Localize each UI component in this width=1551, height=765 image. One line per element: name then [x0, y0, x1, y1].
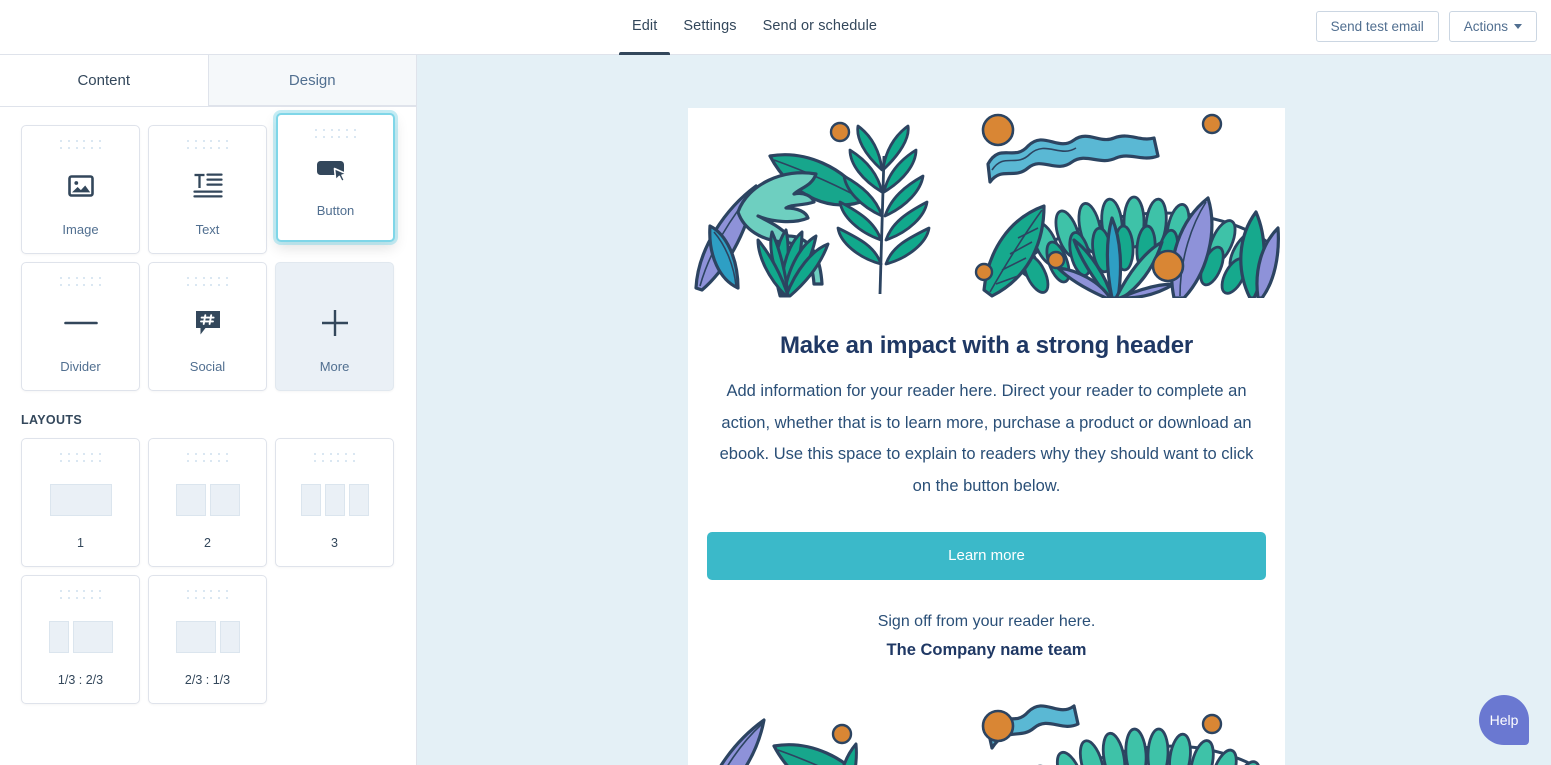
layout-preview: [149, 463, 266, 536]
tab-send-or-schedule-label: Send or schedule: [762, 18, 878, 34]
module-card-divider[interactable]: Divider: [21, 262, 140, 391]
plus-icon: [276, 287, 393, 359]
footer-illustration: [688, 689, 1285, 765]
send-test-email-button[interactable]: Send test email: [1315, 11, 1439, 42]
drag-handle-icon[interactable]: [186, 589, 230, 600]
help-button-label: Help: [1489, 712, 1519, 728]
module-card-image[interactable]: Image: [21, 125, 140, 254]
sidebar-tab-content[interactable]: Content: [0, 55, 208, 106]
top-toolbar: Edit Settings Send or schedule Send test…: [0, 0, 1551, 55]
email-text-block[interactable]: Make an impact with a strong header Add …: [688, 298, 1285, 660]
send-test-email-label: Send test email: [1330, 19, 1424, 34]
module-card-divider-label: Divider: [60, 359, 101, 374]
tab-send-or-schedule[interactable]: Send or schedule: [750, 0, 890, 55]
email-heading: Make an impact with a strong header: [779, 332, 1194, 359]
image-icon: [22, 150, 139, 222]
layout-preview: [149, 600, 266, 673]
tab-settings-label: Settings: [683, 18, 737, 34]
editor-tabs: Edit Settings Send or schedule: [619, 0, 890, 55]
module-grid: Image Text Button Divider Social More: [21, 113, 395, 391]
module-card-more-label: More: [319, 359, 350, 374]
module-card-button-label: Button: [316, 203, 355, 218]
layout-card-1[interactable]: 1: [21, 438, 140, 567]
email-body-text: Add information for your reader here. Di…: [719, 382, 1254, 496]
layout-card-2[interactable]: 2: [148, 438, 267, 567]
sidebar-tabs: Content Design: [0, 55, 416, 107]
drag-handle-icon[interactable]: [186, 276, 230, 287]
drag-handle-icon[interactable]: [59, 276, 103, 287]
tab-settings[interactable]: Settings: [670, 0, 749, 55]
email-cta-label: Learn more: [948, 547, 1025, 565]
help-button[interactable]: Help: [1479, 695, 1529, 745]
module-card-social[interactable]: Social: [148, 262, 267, 391]
content-sidebar: Content Design Image Text Button Divider…: [0, 55, 417, 765]
drag-handle-icon[interactable]: [186, 452, 230, 463]
layout-card-third-twothirds[interactable]: 1/3 : 2/3: [21, 575, 140, 704]
drag-handle-icon[interactable]: [186, 139, 230, 150]
layout-preview: [22, 600, 139, 673]
email-signoff: Sign off from your reader here.: [877, 612, 1096, 630]
module-card-image-label: Image: [62, 222, 99, 237]
drag-handle-icon[interactable]: [313, 452, 357, 463]
actions-menu-label: Actions: [1463, 19, 1508, 34]
text-icon: [149, 150, 266, 222]
layout-preview: [22, 463, 139, 536]
sidebar-tab-design-label: Design: [288, 71, 336, 89]
drag-handle-icon[interactable]: [59, 452, 103, 463]
layout-card-twothirds-third[interactable]: 2/3 : 1/3: [148, 575, 267, 704]
email-document: Make an impact with a strong header Add …: [688, 108, 1285, 765]
social-icon: [149, 287, 266, 359]
drag-handle-icon[interactable]: [59, 139, 103, 150]
divider-icon: [22, 287, 139, 359]
tab-edit-label: Edit: [632, 18, 658, 34]
email-team-name: The Company name team: [886, 640, 1087, 659]
button-icon: [278, 139, 393, 203]
top-toolbar-actions: Send test email Actions: [1315, 11, 1537, 42]
layout-card-2-label: 2: [204, 536, 211, 550]
layout-preview: [276, 463, 393, 536]
layout-grid: 1 2 3 1/3: 2/3 2/3: 1/3: [21, 438, 395, 704]
layout-card-third-twothirds-label: 1/3 : 2/3: [57, 673, 104, 687]
module-card-more[interactable]: More: [275, 262, 394, 391]
drag-handle-icon[interactable]: [59, 589, 103, 600]
tab-edit[interactable]: Edit: [619, 0, 671, 55]
layouts-heading: LAYOUTS: [21, 413, 83, 427]
chevron-down-icon: [1514, 24, 1522, 29]
sidebar-tab-content-label: Content: [77, 71, 131, 89]
hero-illustration: [688, 108, 1285, 298]
email-preview-canvas[interactable]: Make an impact with a strong header Add …: [417, 55, 1551, 765]
layout-card-3-label: 3: [331, 536, 338, 550]
module-card-text[interactable]: Text: [148, 125, 267, 254]
actions-menu-button[interactable]: Actions: [1448, 11, 1537, 42]
sidebar-body: Image Text Button Divider Social More LA…: [0, 107, 416, 704]
email-editor-app: Edit Settings Send or schedule Send test…: [0, 0, 1551, 765]
layout-card-3[interactable]: 3: [275, 438, 394, 567]
module-card-social-label: Social: [189, 359, 226, 374]
sidebar-tab-design[interactable]: Design: [207, 55, 416, 106]
email-cta-button[interactable]: Learn more: [707, 531, 1266, 580]
module-card-button[interactable]: Button: [276, 113, 395, 242]
drag-handle-icon[interactable]: [314, 128, 358, 139]
module-card-text-label: Text: [195, 222, 220, 237]
layout-card-1-label: 1: [77, 536, 84, 550]
layout-card-twothirds-third-label: 2/3 : 1/3: [184, 673, 231, 687]
